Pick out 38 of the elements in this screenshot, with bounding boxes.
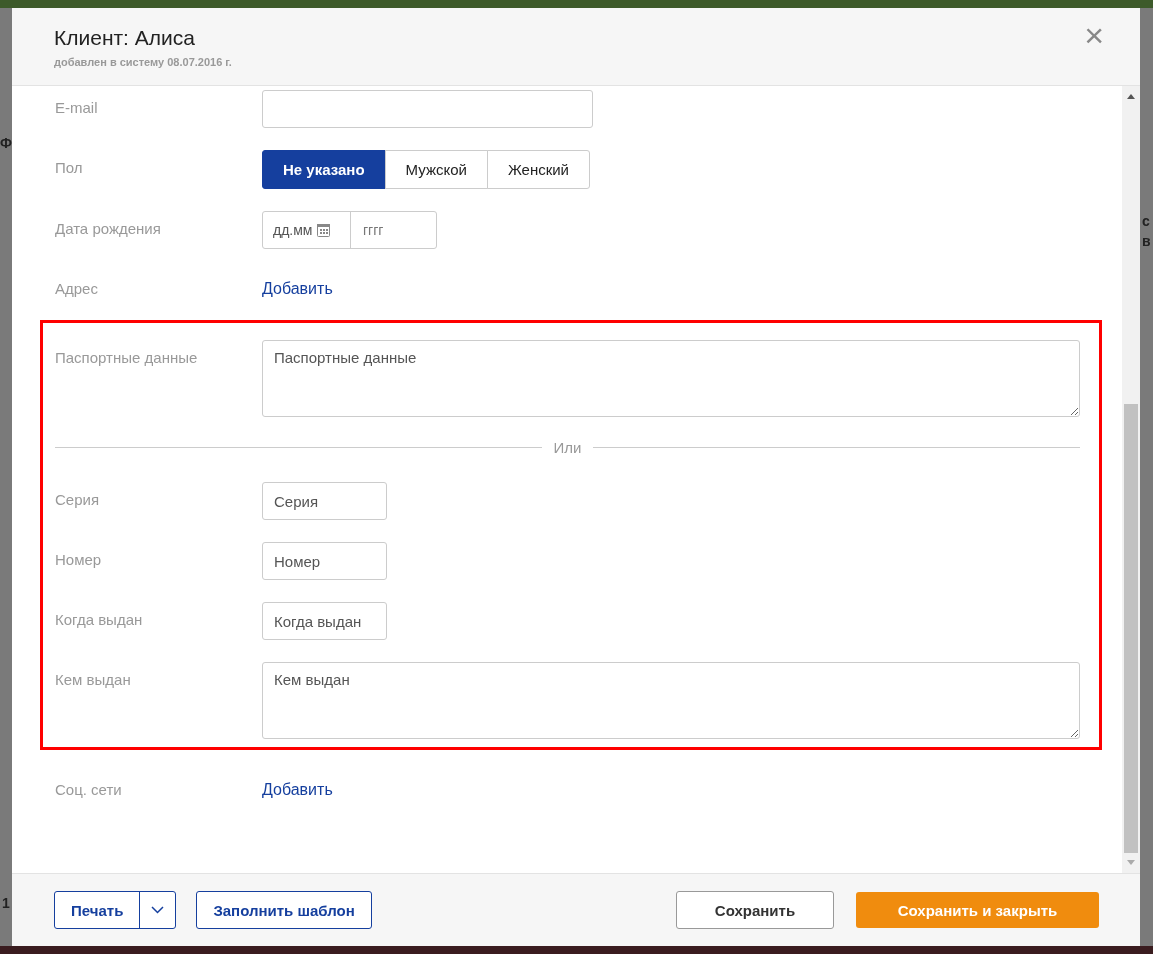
background-text: 1 xyxy=(2,896,10,910)
add-link[interactable]: Добавить xyxy=(262,271,333,298)
calendar-icon xyxy=(317,223,331,237)
fill-template-button[interactable]: Заполнить шаблон xyxy=(196,891,372,929)
field-label: Соц. сети xyxy=(55,780,123,798)
gender-option[interactable]: Женский xyxy=(486,150,590,189)
day-month-placeholder: дд.мм xyxy=(273,222,313,238)
field-label: E-mail xyxy=(55,98,99,116)
background-text: с xyxy=(1142,214,1150,228)
text-input[interactable]: Номер xyxy=(262,542,387,580)
field-label: Пол xyxy=(55,158,84,176)
text-input[interactable] xyxy=(262,90,593,128)
background-text: Ф xyxy=(0,136,12,150)
gender-option[interactable]: Не указано xyxy=(262,150,386,189)
field-label: Дата рождения xyxy=(55,219,162,237)
chevron-down-icon xyxy=(151,906,165,914)
date-field[interactable]: дд.мм гггг xyxy=(262,211,437,249)
print-button[interactable]: Печать xyxy=(55,892,140,928)
or-separator: Или xyxy=(553,439,582,456)
save-button[interactable]: Сохранить xyxy=(676,891,834,929)
dialog-title: Клиент: Алиса xyxy=(54,26,195,50)
text-input[interactable]: Серия xyxy=(262,482,387,520)
background-text: в xyxy=(1142,234,1151,248)
field-label: Кем выдан xyxy=(55,670,132,688)
field-label: Когда выдан xyxy=(55,610,144,628)
text-area[interactable]: Паспортные данные xyxy=(262,340,1080,417)
scrollbar[interactable] xyxy=(1122,86,1140,873)
gender-option[interactable]: Мужской xyxy=(384,150,488,189)
field-label: Паспортные данные xyxy=(55,348,199,366)
text-input[interactable]: Когда выдан xyxy=(262,602,387,640)
print-split-button[interactable]: Печать xyxy=(54,891,177,929)
field-label: Серия xyxy=(55,490,101,508)
text-area[interactable]: Кем выдан xyxy=(262,662,1080,739)
dialog-subtitle: добавлен в систему 08.07.2016 г. xyxy=(54,56,233,68)
field-label: Номер xyxy=(55,550,103,568)
field-label: Адрес xyxy=(55,279,99,297)
year-input[interactable]: гггг xyxy=(351,212,436,248)
add-link[interactable]: Добавить xyxy=(262,772,333,799)
